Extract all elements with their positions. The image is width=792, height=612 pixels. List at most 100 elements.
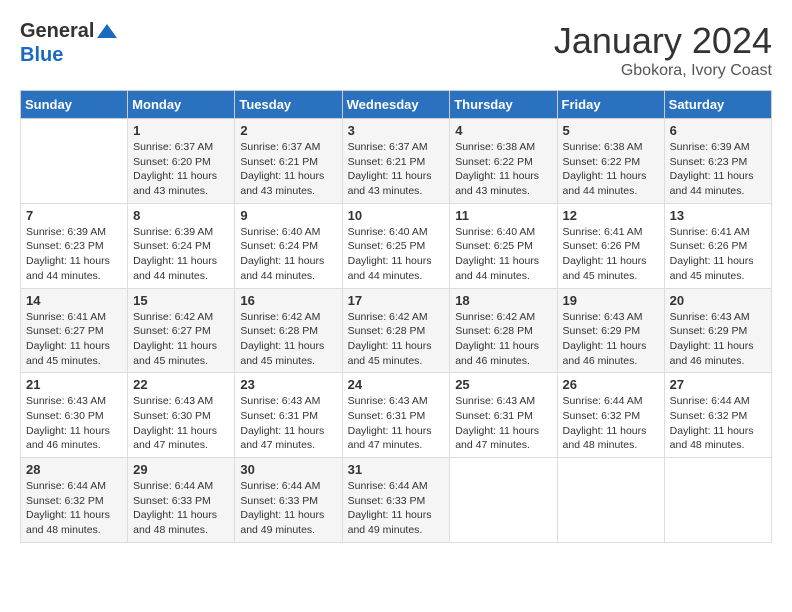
day-number: 10 — [348, 208, 445, 223]
logo: General Blue — [20, 20, 120, 67]
day-info: Sunrise: 6:42 AMSunset: 6:28 PMDaylight:… — [240, 310, 336, 369]
calendar-cell: 23 Sunrise: 6:43 AMSunset: 6:31 PMDayligh… — [235, 373, 342, 458]
calendar-week-row: 21 Sunrise: 6:43 AMSunset: 6:30 PMDayligh… — [21, 373, 772, 458]
page-header: General Blue January 2024 Gbokora, Ivory… — [20, 20, 772, 80]
day-info: Sunrise: 6:37 AMSunset: 6:20 PMDaylight:… — [133, 140, 229, 199]
day-info: Sunrise: 6:40 AMSunset: 6:24 PMDaylight:… — [240, 225, 336, 284]
logo-blue: Blue — [20, 44, 63, 66]
day-info: Sunrise: 6:44 AMSunset: 6:33 PMDaylight:… — [133, 479, 229, 538]
day-number: 31 — [348, 462, 445, 477]
day-number: 24 — [348, 377, 445, 392]
weekday-header-friday: Friday — [557, 91, 664, 119]
day-number: 7 — [26, 208, 122, 223]
day-info: Sunrise: 6:39 AMSunset: 6:24 PMDaylight:… — [133, 225, 229, 284]
calendar-cell: 2 Sunrise: 6:37 AMSunset: 6:21 PMDaylight… — [235, 119, 342, 204]
logo-general: General — [20, 20, 94, 42]
calendar-cell: 7Sunrise: 6:39 AMSunset: 6:23 PMDaylight… — [21, 203, 128, 288]
day-number: 2 — [240, 123, 336, 138]
day-number: 3 — [348, 123, 445, 138]
day-number: 8 — [133, 208, 229, 223]
day-info: Sunrise: 6:38 AMSunset: 6:22 PMDaylight:… — [455, 140, 551, 199]
calendar-cell: 19 Sunrise: 6:43 AMSunset: 6:29 PMDayligh… — [557, 288, 664, 373]
day-info: Sunrise: 6:41 AMSunset: 6:27 PMDaylight:… — [26, 310, 122, 369]
day-info: Sunrise: 6:43 AMSunset: 6:31 PMDaylight:… — [240, 394, 336, 453]
day-number: 19 — [563, 293, 659, 308]
calendar-week-row: 28Sunrise: 6:44 AMSunset: 6:32 PMDayligh… — [21, 458, 772, 543]
calendar-cell — [664, 458, 771, 543]
day-info: Sunrise: 6:40 AMSunset: 6:25 PMDaylight:… — [455, 225, 551, 284]
day-info: Sunrise: 6:38 AMSunset: 6:22 PMDaylight:… — [563, 140, 659, 199]
weekday-header-sunday: Sunday — [21, 91, 128, 119]
weekday-header-tuesday: Tuesday — [235, 91, 342, 119]
weekday-header-wednesday: Wednesday — [342, 91, 450, 119]
weekday-header-row: SundayMondayTuesdayWednesdayThursdayFrid… — [21, 91, 772, 119]
calendar-cell: 3 Sunrise: 6:37 AMSunset: 6:21 PMDaylight… — [342, 119, 450, 204]
day-number: 22 — [133, 377, 229, 392]
calendar-cell: 25 Sunrise: 6:43 AMSunset: 6:31 PMDayligh… — [450, 373, 557, 458]
month-year-title: January 2024 — [554, 20, 772, 62]
calendar-week-row: 1 Sunrise: 6:37 AMSunset: 6:20 PMDaylight… — [21, 119, 772, 204]
day-number: 4 — [455, 123, 551, 138]
calendar-cell: 20Sunrise: 6:43 AMSunset: 6:29 PMDayligh… — [664, 288, 771, 373]
title-section: January 2024 Gbokora, Ivory Coast — [554, 20, 772, 80]
weekday-header-thursday: Thursday — [450, 91, 557, 119]
calendar-cell: 4 Sunrise: 6:38 AMSunset: 6:22 PMDaylight… — [450, 119, 557, 204]
calendar-cell: 17 Sunrise: 6:42 AMSunset: 6:28 PMDayligh… — [342, 288, 450, 373]
calendar-cell: 5 Sunrise: 6:38 AMSunset: 6:22 PMDaylight… — [557, 119, 664, 204]
day-number: 25 — [455, 377, 551, 392]
calendar-cell: 27Sunrise: 6:44 AMSunset: 6:32 PMDayligh… — [664, 373, 771, 458]
logo-icon — [95, 20, 119, 44]
calendar-cell: 29 Sunrise: 6:44 AMSunset: 6:33 PMDayligh… — [128, 458, 235, 543]
logo-text: General Blue — [20, 20, 120, 67]
calendar-cell: 12Sunrise: 6:41 AMSunset: 6:26 PMDayligh… — [557, 203, 664, 288]
day-info: Sunrise: 6:40 AMSunset: 6:25 PMDaylight:… — [348, 225, 445, 284]
calendar-cell: 9 Sunrise: 6:40 AMSunset: 6:24 PMDaylight… — [235, 203, 342, 288]
calendar-cell: 22 Sunrise: 6:43 AMSunset: 6:30 PMDayligh… — [128, 373, 235, 458]
day-number: 23 — [240, 377, 336, 392]
calendar-cell: 6 Sunrise: 6:39 AMSunset: 6:23 PMDaylight… — [664, 119, 771, 204]
day-info: Sunrise: 6:42 AMSunset: 6:27 PMDaylight:… — [133, 310, 229, 369]
weekday-header-monday: Monday — [128, 91, 235, 119]
day-number: 15 — [133, 293, 229, 308]
day-number: 6 — [670, 123, 766, 138]
calendar-cell: 1 Sunrise: 6:37 AMSunset: 6:20 PMDaylight… — [128, 119, 235, 204]
location-subtitle: Gbokora, Ivory Coast — [554, 62, 772, 80]
day-info: Sunrise: 6:44 AMSunset: 6:32 PMDaylight:… — [563, 394, 659, 453]
day-info: Sunrise: 6:43 AMSunset: 6:29 PMDaylight:… — [670, 310, 766, 369]
day-info: Sunrise: 6:44 AMSunset: 6:33 PMDaylight:… — [240, 479, 336, 538]
calendar-cell: 10 Sunrise: 6:40 AMSunset: 6:25 PMDayligh… — [342, 203, 450, 288]
calendar-cell: 18 Sunrise: 6:42 AMSunset: 6:28 PMDayligh… — [450, 288, 557, 373]
day-number: 11 — [455, 208, 551, 223]
calendar-cell — [21, 119, 128, 204]
calendar-week-row: 7Sunrise: 6:39 AMSunset: 6:23 PMDaylight… — [21, 203, 772, 288]
day-number: 16 — [240, 293, 336, 308]
day-number: 14 — [26, 293, 122, 308]
day-number: 1 — [133, 123, 229, 138]
day-number: 9 — [240, 208, 336, 223]
calendar-cell: 14 Sunrise: 6:41 AMSunset: 6:27 PMDayligh… — [21, 288, 128, 373]
day-info: Sunrise: 6:42 AMSunset: 6:28 PMDaylight:… — [455, 310, 551, 369]
day-number: 18 — [455, 293, 551, 308]
day-info: Sunrise: 6:43 AMSunset: 6:30 PMDaylight:… — [26, 394, 122, 453]
calendar-cell: 13Sunrise: 6:41 AMSunset: 6:26 PMDayligh… — [664, 203, 771, 288]
day-number: 5 — [563, 123, 659, 138]
day-info: Sunrise: 6:37 AMSunset: 6:21 PMDaylight:… — [348, 140, 445, 199]
weekday-header-saturday: Saturday — [664, 91, 771, 119]
calendar-cell: 16 Sunrise: 6:42 AMSunset: 6:28 PMDayligh… — [235, 288, 342, 373]
day-info: Sunrise: 6:42 AMSunset: 6:28 PMDaylight:… — [348, 310, 445, 369]
calendar-cell: 31 Sunrise: 6:44 AMSunset: 6:33 PMDayligh… — [342, 458, 450, 543]
day-number: 29 — [133, 462, 229, 477]
day-info: Sunrise: 6:39 AMSunset: 6:23 PMDaylight:… — [670, 140, 766, 199]
day-info: Sunrise: 6:44 AMSunset: 6:33 PMDaylight:… — [348, 479, 445, 538]
day-info: Sunrise: 6:43 AMSunset: 6:31 PMDaylight:… — [455, 394, 551, 453]
calendar-cell — [450, 458, 557, 543]
day-info: Sunrise: 6:37 AMSunset: 6:21 PMDaylight:… — [240, 140, 336, 199]
calendar-cell: 30Sunrise: 6:44 AMSunset: 6:33 PMDayligh… — [235, 458, 342, 543]
day-info: Sunrise: 6:41 AMSunset: 6:26 PMDaylight:… — [563, 225, 659, 284]
day-number: 21 — [26, 377, 122, 392]
day-info: Sunrise: 6:44 AMSunset: 6:32 PMDaylight:… — [26, 479, 122, 538]
day-number: 17 — [348, 293, 445, 308]
day-info: Sunrise: 6:41 AMSunset: 6:26 PMDaylight:… — [670, 225, 766, 284]
day-info: Sunrise: 6:43 AMSunset: 6:29 PMDaylight:… — [563, 310, 659, 369]
day-info: Sunrise: 6:43 AMSunset: 6:30 PMDaylight:… — [133, 394, 229, 453]
